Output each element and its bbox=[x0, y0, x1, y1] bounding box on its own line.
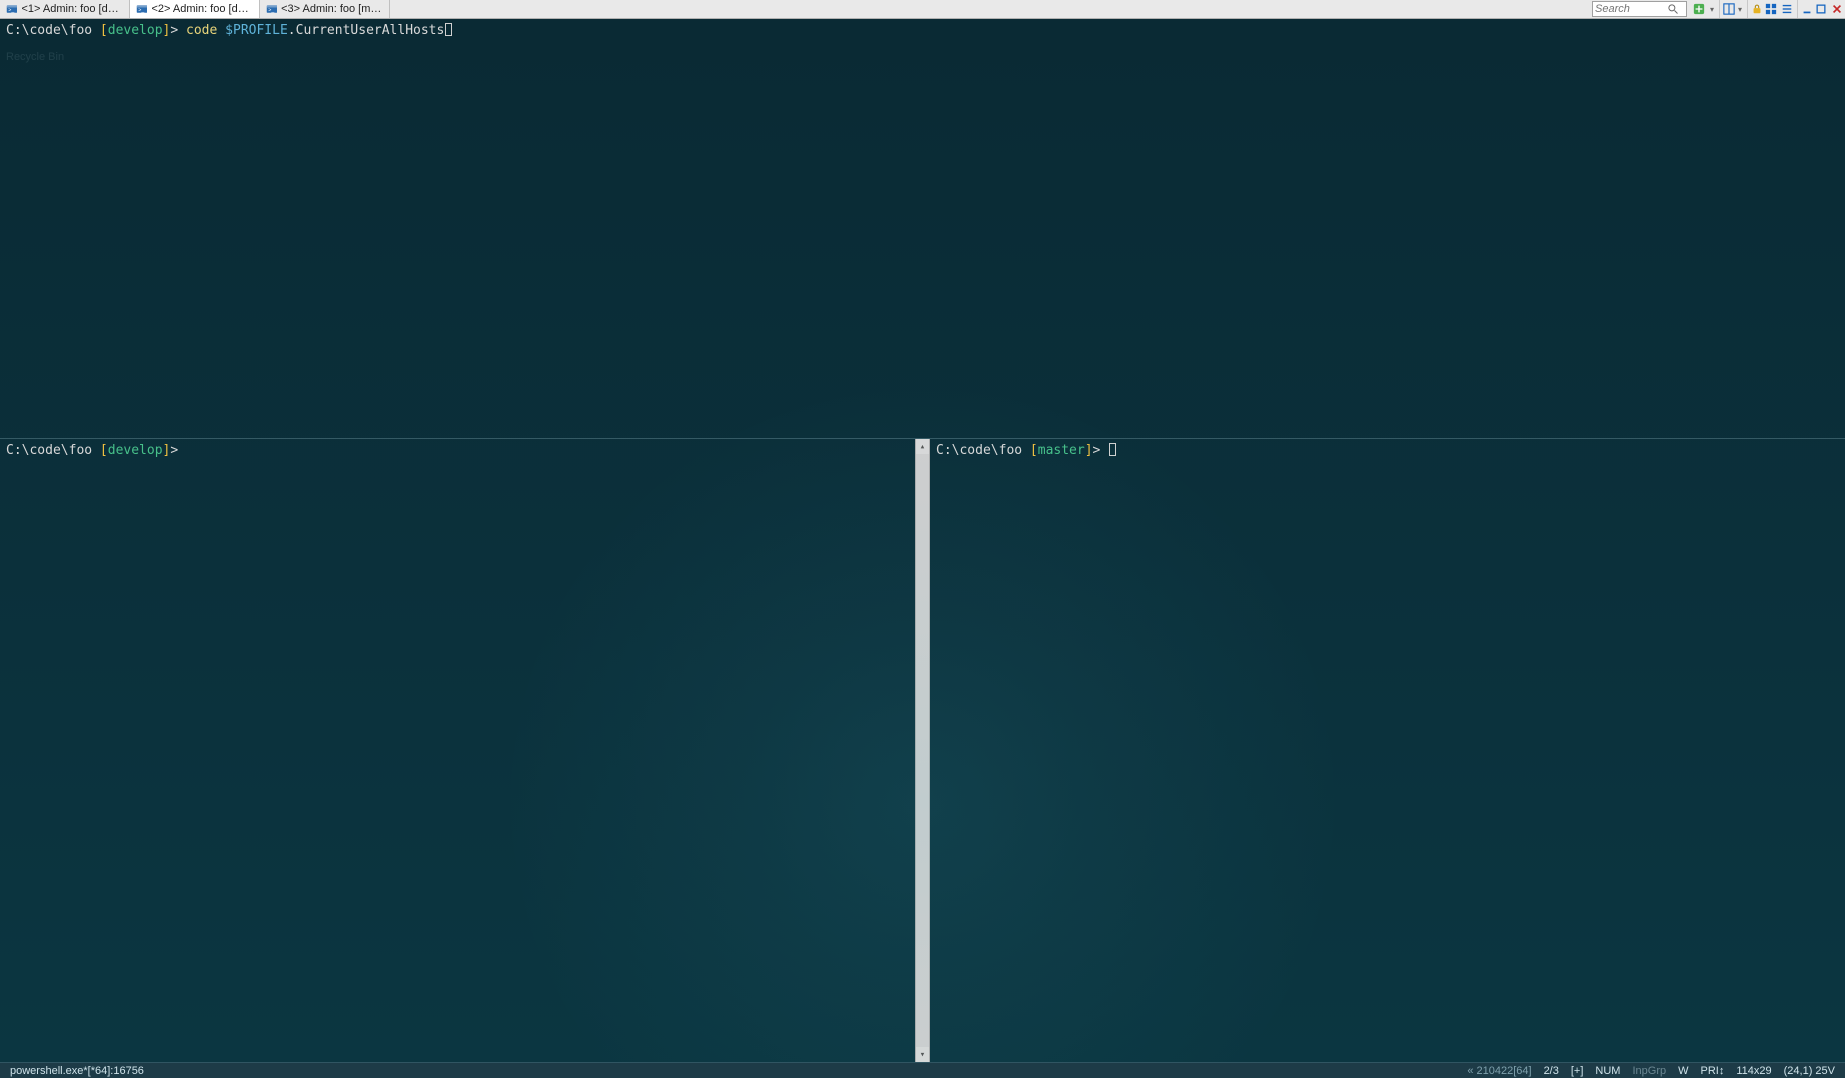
pane-bottom-left[interactable]: C:\code\foo [develop]> bbox=[0, 439, 915, 1062]
svg-text:>_: >_ bbox=[138, 7, 144, 13]
prompt-path: C:\code\foo bbox=[6, 443, 100, 458]
prompt-top: C:\code\foo [develop]> code $PROFILE.Cur… bbox=[6, 23, 452, 38]
status-plus: [+] bbox=[1565, 1065, 1590, 1077]
svg-text:>_: >_ bbox=[8, 7, 14, 13]
maximize-button[interactable] bbox=[1813, 0, 1829, 18]
tab-label: <1> Admin: foo [dev... bbox=[21, 3, 123, 15]
close-button[interactable] bbox=[1829, 0, 1845, 18]
vertical-scrollbar[interactable]: ▴ ▾ bbox=[915, 439, 930, 1062]
tabbar-spacer bbox=[390, 0, 1592, 18]
prompt-bl: C:\code\foo [develop]> bbox=[6, 443, 178, 458]
console-icon: >_ bbox=[266, 3, 277, 15]
bracket-open: [ bbox=[100, 443, 108, 458]
prompt-gt: > bbox=[170, 443, 178, 458]
scroll-track[interactable] bbox=[916, 454, 929, 1047]
text-cursor bbox=[445, 23, 452, 36]
layout-menu[interactable]: ▾ bbox=[1735, 0, 1745, 18]
scroll-down-icon[interactable]: ▾ bbox=[916, 1047, 929, 1062]
grid-button[interactable] bbox=[1763, 0, 1779, 18]
status-process: powershell.exe*[*64]:16756 bbox=[4, 1065, 150, 1077]
status-mem: « 210422[64] bbox=[1461, 1065, 1537, 1077]
layout-button[interactable] bbox=[1719, 0, 1735, 18]
minimize-button[interactable] bbox=[1797, 0, 1813, 18]
search-input[interactable] bbox=[1595, 2, 1667, 16]
desktop-recycle-label: Recycle Bin bbox=[6, 49, 64, 65]
list-button[interactable] bbox=[1779, 0, 1795, 18]
pane-top[interactable]: Recycle Bin C:\code\foo [develop]> code … bbox=[0, 19, 1845, 439]
lock-button[interactable] bbox=[1747, 0, 1763, 18]
bracket-close: ] bbox=[1085, 443, 1093, 458]
console-icon: >_ bbox=[136, 3, 147, 15]
prompt-path: C:\code\foo bbox=[936, 443, 1030, 458]
tabs-container: >_ <1> Admin: foo [dev... >_ <2> Admin: … bbox=[0, 0, 390, 18]
prompt-br: C:\code\foo [master]> bbox=[936, 443, 1116, 458]
git-branch: master bbox=[1038, 443, 1085, 458]
prompt-rest: .CurrentUserAllHosts bbox=[288, 23, 445, 38]
new-tab-menu[interactable]: ▾ bbox=[1707, 0, 1717, 18]
svg-text:>_: >_ bbox=[268, 7, 274, 13]
status-inpgrp: InpGrp bbox=[1626, 1065, 1672, 1077]
tab-3[interactable]: >_ <3> Admin: foo [mas... bbox=[260, 0, 390, 18]
tab-label: <3> Admin: foo [mas... bbox=[281, 3, 383, 15]
status-num: NUM bbox=[1589, 1065, 1626, 1077]
status-bar: powershell.exe*[*64]:16756 « 210422[64] … bbox=[0, 1062, 1845, 1078]
new-tab-button[interactable] bbox=[1691, 0, 1707, 18]
tab-1[interactable]: >_ <1> Admin: foo [dev... bbox=[0, 0, 130, 18]
prompt-var: $PROFILE bbox=[225, 23, 288, 38]
prompt-cmd: code bbox=[186, 23, 225, 38]
status-pos: (24,1) 25V bbox=[1778, 1065, 1841, 1077]
status-panes: 2/3 bbox=[1538, 1065, 1565, 1077]
bracket-open: [ bbox=[1030, 443, 1038, 458]
search-icon[interactable] bbox=[1667, 3, 1679, 15]
scroll-up-icon[interactable]: ▴ bbox=[916, 439, 929, 454]
tab-2[interactable]: >_ <2> Admin: foo [dev... bbox=[130, 0, 260, 18]
bottom-split: C:\code\foo [develop]> ▴ ▾ C:\code\foo [… bbox=[0, 439, 1845, 1062]
prompt-path: C:\code\foo bbox=[6, 23, 100, 38]
status-pri: PRI↕ bbox=[1695, 1065, 1731, 1077]
text-cursor bbox=[1109, 443, 1116, 456]
console-icon: >_ bbox=[6, 3, 17, 15]
bracket-open: [ bbox=[100, 23, 108, 38]
git-branch: develop bbox=[108, 443, 163, 458]
prompt-gt: > bbox=[170, 23, 186, 38]
tab-bar: >_ <1> Admin: foo [dev... >_ <2> Admin: … bbox=[0, 0, 1845, 19]
git-branch: develop bbox=[108, 23, 163, 38]
tab-label: <2> Admin: foo [dev... bbox=[151, 3, 253, 15]
status-size: 114x29 bbox=[1730, 1065, 1777, 1077]
search-box[interactable] bbox=[1592, 1, 1687, 17]
terminal-region: Recycle Bin C:\code\foo [develop]> code … bbox=[0, 19, 1845, 1062]
prompt-gt: > bbox=[1093, 443, 1109, 458]
status-w: W bbox=[1672, 1065, 1694, 1077]
pane-bottom-right[interactable]: C:\code\foo [master]> bbox=[930, 439, 1845, 1062]
